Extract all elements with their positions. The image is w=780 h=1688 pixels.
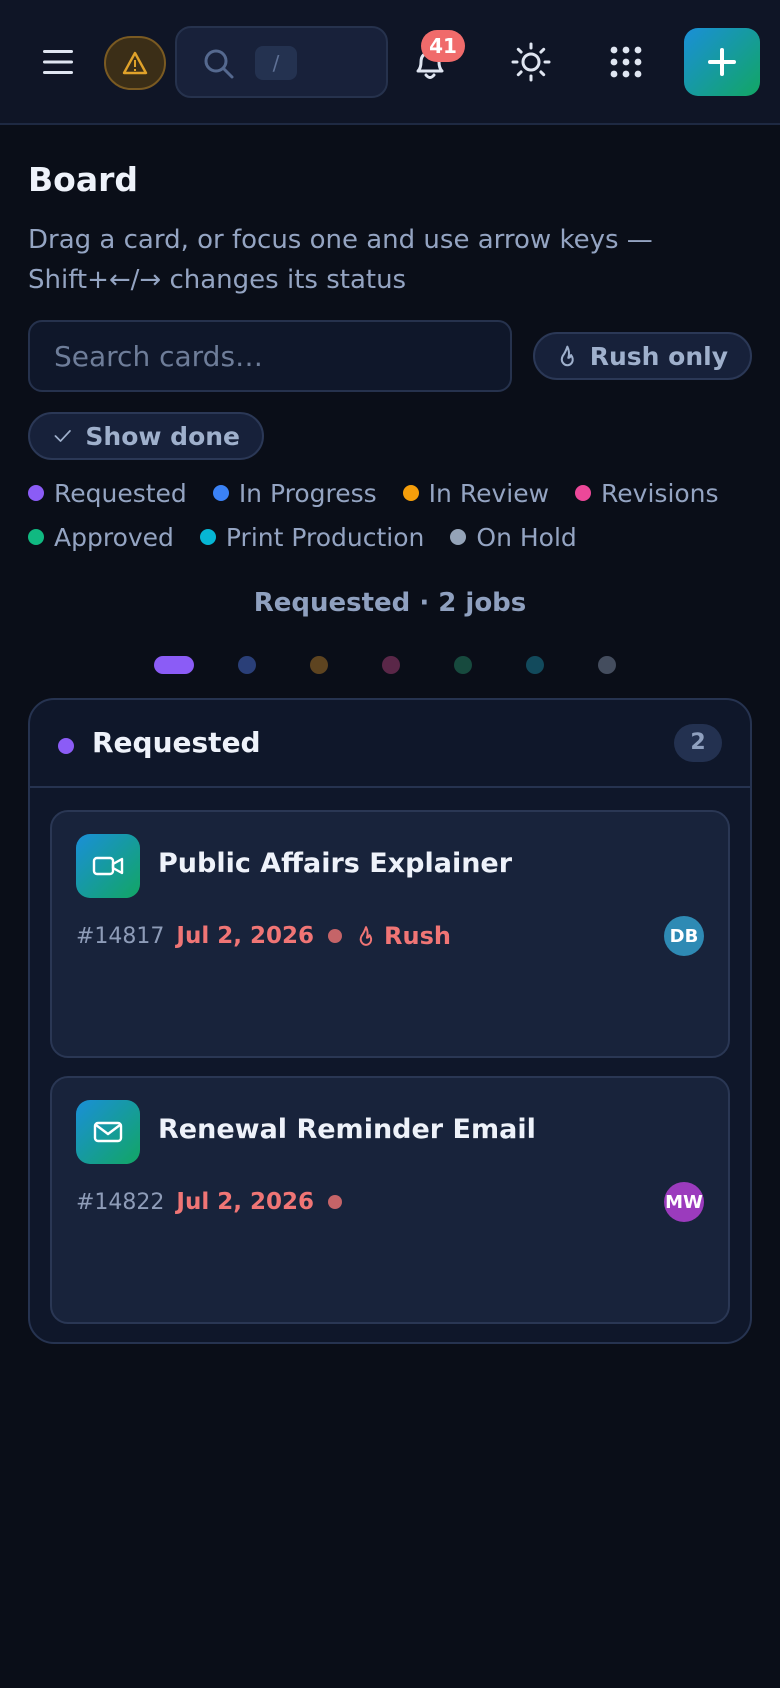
notifications-badge: 41 xyxy=(421,30,465,62)
page-title: Board xyxy=(28,160,138,199)
job-id: #14817 xyxy=(76,923,165,949)
add-job-button[interactable] xyxy=(684,28,760,96)
pager-dot-print-production[interactable] xyxy=(526,656,544,674)
job-type-badge xyxy=(76,834,140,898)
job-type-badge xyxy=(76,1100,140,1164)
legend-dot xyxy=(28,485,44,501)
theme-toggle-button[interactable] xyxy=(505,36,557,88)
pager-dot-revisions[interactable] xyxy=(382,656,400,674)
legend-item-on-hold: On Hold xyxy=(450,522,577,552)
mail-icon xyxy=(93,1121,123,1143)
legend-dot xyxy=(28,529,44,545)
due-status-dot xyxy=(328,929,343,943)
card-search-input[interactable] xyxy=(28,320,512,392)
legend-label: Approved xyxy=(54,522,174,552)
show-done-label: Show done xyxy=(85,421,240,451)
job-meta: #14817 Jul 2, 2026 Rush xyxy=(76,916,451,956)
legend-item-in-progress: In Progress xyxy=(212,478,377,508)
show-done-toggle[interactable]: Show done xyxy=(28,412,264,460)
pager-dot-requested[interactable] xyxy=(154,656,194,674)
video-icon xyxy=(92,856,124,876)
due-status-dot xyxy=(328,1195,343,1209)
pager-dot-approved[interactable] xyxy=(454,656,472,674)
pager-dot-in-review[interactable] xyxy=(310,656,328,674)
top-bar: / 41 xyxy=(0,0,780,125)
legend-label: Revisions xyxy=(601,478,719,508)
legend-dot xyxy=(402,485,419,501)
flame-icon xyxy=(560,345,574,367)
legend-dot xyxy=(575,485,592,501)
apps-button[interactable] xyxy=(600,36,652,88)
job-card[interactable]: Public Affairs Explainer #14817 Jul 2, 2… xyxy=(50,810,730,1058)
notifications-button[interactable]: 41 xyxy=(405,30,465,90)
rush-only-label: Rush only xyxy=(589,341,728,371)
column-title: Requested xyxy=(92,726,261,759)
legend-item-requested: Requested xyxy=(28,478,187,508)
column-count-badge: 2 xyxy=(674,724,722,762)
grid-icon xyxy=(610,46,642,78)
legend-dot xyxy=(199,529,216,545)
search-icon xyxy=(204,49,234,79)
board-column-requested: Requested 2 Public Affairs Explainer #14… xyxy=(28,698,752,1344)
column-summary: Requested · 2 jobs xyxy=(253,588,527,618)
hamburger-icon xyxy=(43,50,73,74)
flame-icon xyxy=(359,926,373,946)
assignee-avatar[interactable]: DB xyxy=(664,916,704,956)
job-title: Renewal Reminder Email xyxy=(158,1114,536,1145)
rush-only-toggle[interactable]: Rush only xyxy=(533,332,752,380)
job-due-date: Jul 2, 2026 xyxy=(176,923,315,949)
warning-button[interactable] xyxy=(104,36,166,90)
rush-label: Rush xyxy=(384,922,451,950)
legend-dot xyxy=(212,485,229,501)
job-title: Public Affairs Explainer xyxy=(158,848,513,879)
menu-button[interactable] xyxy=(30,36,86,88)
rush-flag: Rush xyxy=(358,922,451,950)
sun-icon xyxy=(511,42,551,82)
legend-label: Print Production xyxy=(225,522,425,552)
legend-label: In Review xyxy=(428,478,550,508)
job-id: #14822 xyxy=(76,1189,165,1215)
global-search-button[interactable]: / xyxy=(175,26,388,98)
plus-icon xyxy=(708,48,736,76)
legend-item-in-review: In Review xyxy=(402,478,550,508)
legend-item-approved: Approved xyxy=(28,522,174,552)
pager-dot-on-hold[interactable] xyxy=(598,656,616,674)
status-legend: Requested In Progress In Review Revision… xyxy=(28,478,758,552)
legend-label: On Hold xyxy=(476,522,577,552)
column-pager xyxy=(0,654,780,674)
warning-triangle-icon xyxy=(122,51,148,75)
pager-dot-in-progress[interactable] xyxy=(238,656,256,674)
assignee-avatar[interactable]: MW xyxy=(664,1182,704,1222)
check-icon xyxy=(54,430,71,442)
legend-dot xyxy=(450,529,467,545)
column-status-dot xyxy=(58,738,74,754)
job-card[interactable]: Renewal Reminder Email #14822 Jul 2, 202… xyxy=(50,1076,730,1324)
job-due-date: Jul 2, 2026 xyxy=(176,1189,315,1215)
legend-item-revisions: Revisions xyxy=(575,478,719,508)
column-header: Requested 2 xyxy=(30,700,750,788)
board-help-text: Drag a card, or focus one and use arrow … xyxy=(28,225,653,295)
legend-label: In Progress xyxy=(238,478,377,508)
search-shortcut-hint: / xyxy=(255,46,297,80)
legend-label: Requested xyxy=(54,478,187,508)
legend-item-print-production: Print Production xyxy=(199,522,425,552)
job-meta: #14822 Jul 2, 2026 xyxy=(76,1182,358,1222)
